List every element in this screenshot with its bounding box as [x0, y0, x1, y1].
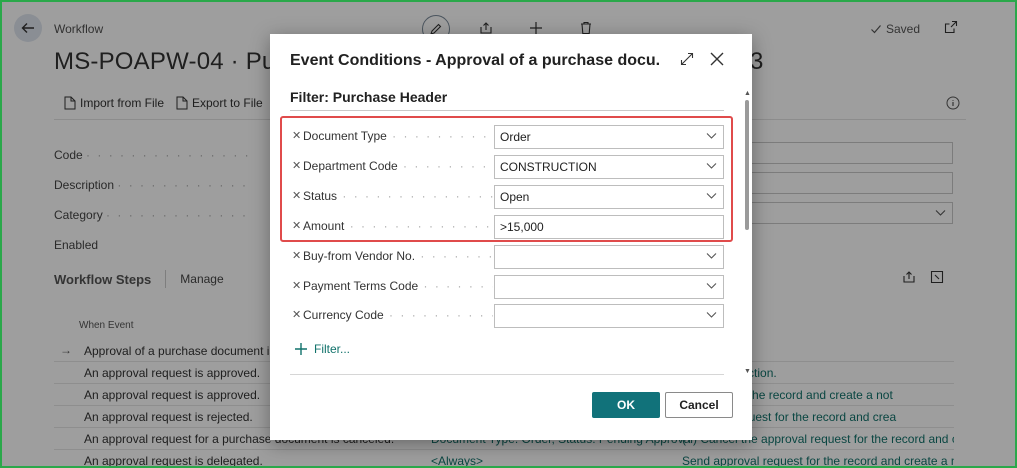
- filter-heading: Filter: Purchase Header: [290, 89, 724, 111]
- expand-dialog-button[interactable]: [680, 52, 694, 69]
- app-frame: Workflow MS-POAPW-04 · Purc 3 Saved Impo…: [0, 0, 1017, 468]
- close-icon: [710, 52, 724, 66]
- chevron-down-icon: [706, 312, 717, 318]
- dialog-title: Event Conditions - Approval of a purchas…: [290, 52, 660, 69]
- leader-dots: · · · · · · · · · · · · · · · · · · · · …: [389, 308, 493, 322]
- remove-filter-icon[interactable]: ✕: [292, 308, 301, 321]
- chevron-down-icon: [706, 283, 717, 289]
- cancel-button[interactable]: Cancel: [665, 392, 733, 418]
- filter-label: Payment Terms Code · · · · · · · · · · ·…: [303, 279, 493, 293]
- leader-dots: · · · · · · · · · · · · · · · · · · · · …: [420, 249, 493, 263]
- scroll-down-arrow[interactable]: ▼: [744, 368, 751, 375]
- scroll-up-arrow[interactable]: ▲: [744, 90, 751, 97]
- filter-value-field[interactable]: [494, 275, 724, 299]
- filter-label-text: Currency Code: [303, 308, 384, 322]
- ok-button[interactable]: OK: [592, 392, 660, 418]
- filter-label-text: Buy-from Vendor No.: [303, 249, 416, 263]
- filter-row: ✕Buy-from Vendor No. · · · · · · · · · ·…: [292, 245, 724, 269]
- filter-row: ✕Payment Terms Code · · · · · · · · · · …: [292, 275, 724, 299]
- close-dialog-button[interactable]: [708, 50, 726, 71]
- remove-filter-icon[interactable]: ✕: [292, 279, 301, 292]
- chevron-down-icon: [706, 253, 717, 259]
- filter-value-field[interactable]: [494, 304, 724, 328]
- filter-label: Currency Code · · · · · · · · · · · · · …: [303, 308, 493, 322]
- add-filter-label: Filter...: [314, 342, 351, 356]
- filter-value-field[interactable]: [494, 245, 724, 269]
- filter-label-text: Payment Terms Code: [303, 279, 419, 293]
- highlight-box: [280, 116, 733, 242]
- expand-diagonal-icon: [680, 52, 694, 66]
- filter-row: ✕Currency Code · · · · · · · · · · · · ·…: [292, 304, 724, 328]
- remove-filter-icon[interactable]: ✕: [292, 249, 301, 262]
- scrollbar-thumb[interactable]: [745, 100, 749, 230]
- filter-label: Buy-from Vendor No. · · · · · · · · · · …: [303, 249, 493, 263]
- event-conditions-dialog: Event Conditions - Approval of a purchas…: [270, 34, 752, 440]
- plus-icon: [295, 343, 307, 355]
- add-filter-link[interactable]: Filter...: [294, 342, 350, 356]
- divider: [290, 374, 724, 375]
- leader-dots: · · · · · · · · · · · · · · · · · · · · …: [423, 279, 494, 293]
